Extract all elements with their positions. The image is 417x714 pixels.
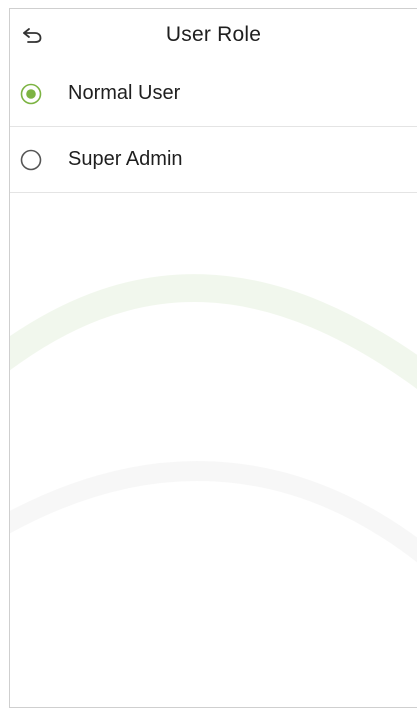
radio-unselected-icon[interactable] [19, 148, 43, 172]
back-button[interactable] [20, 23, 44, 47]
role-option-super-admin[interactable]: Super Admin [10, 127, 417, 193]
role-option-label: Normal User [68, 82, 181, 104]
radio-selected-icon[interactable] [19, 82, 43, 106]
role-option-normal-user[interactable]: Normal User [10, 61, 417, 127]
title-bar: User Role [10, 9, 417, 61]
device-screen: User Role Normal User Super Admin [9, 8, 417, 708]
back-arrow-icon [23, 28, 42, 43]
page-title: User Role [165, 23, 262, 46]
role-option-label: Super Admin [68, 148, 183, 170]
